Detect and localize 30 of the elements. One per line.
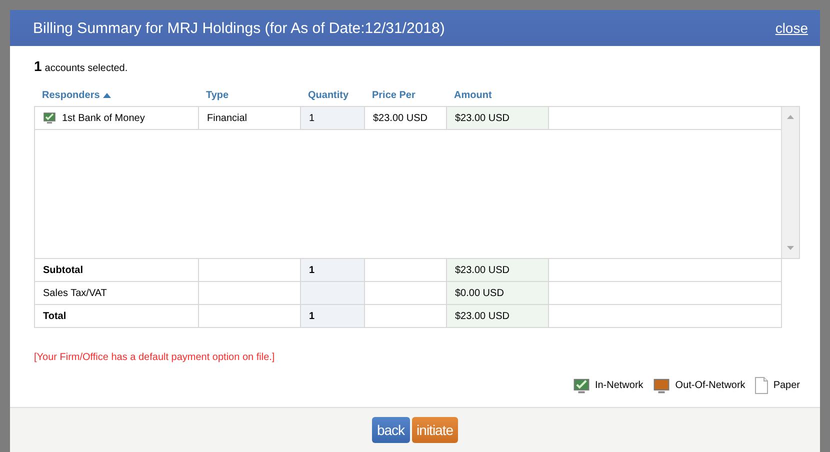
- column-header[interactable]: Amount: [454, 90, 492, 100]
- initiate-button[interactable]: initiate: [412, 417, 458, 443]
- table-cell: $0.00 USD: [447, 282, 549, 304]
- payment-notice: [Your Firm/Office has a default payment option on file.]: [34, 352, 276, 363]
- scroll-down-icon[interactable]: [787, 246, 794, 250]
- selected-label: accounts selected.: [44, 63, 128, 74]
- back-button[interactable]: back: [372, 417, 410, 443]
- legend-label: Paper: [773, 380, 800, 391]
- scroll-up-icon[interactable]: [787, 115, 794, 119]
- table-cell: Total: [35, 305, 199, 327]
- table-cell: Subtotal: [35, 259, 199, 281]
- scrollbar[interactable]: [781, 107, 799, 258]
- column-header[interactable]: Type: [206, 90, 229, 100]
- table-cell: 1: [301, 107, 365, 129]
- selected-count: 1: [34, 58, 42, 74]
- legend-label: Out-Of-Network: [675, 380, 746, 391]
- legend-label: In-Network: [594, 380, 644, 391]
- close-link[interactable]: close: [775, 20, 808, 36]
- table-cell: 1: [301, 305, 365, 327]
- column-header[interactable]: Quantity: [308, 90, 349, 100]
- table-cell: $23.00 USD: [447, 107, 549, 129]
- table-cell: $23.00 USD: [447, 305, 549, 327]
- table-cell: Sales Tax/VAT: [35, 282, 199, 304]
- responder-name: 1st Bank of Money: [62, 112, 145, 124]
- sort-up-icon: [102, 92, 111, 98]
- column-header[interactable]: Price Per: [372, 90, 416, 100]
- table-cell: 1: [301, 259, 365, 281]
- dialog-title: Billing Summary for MRJ Holdings (for As of Date:12/31/2018): [33, 20, 445, 36]
- column-header[interactable]: Responders: [42, 90, 100, 100]
- table-cell: $23.00 USD: [447, 259, 549, 281]
